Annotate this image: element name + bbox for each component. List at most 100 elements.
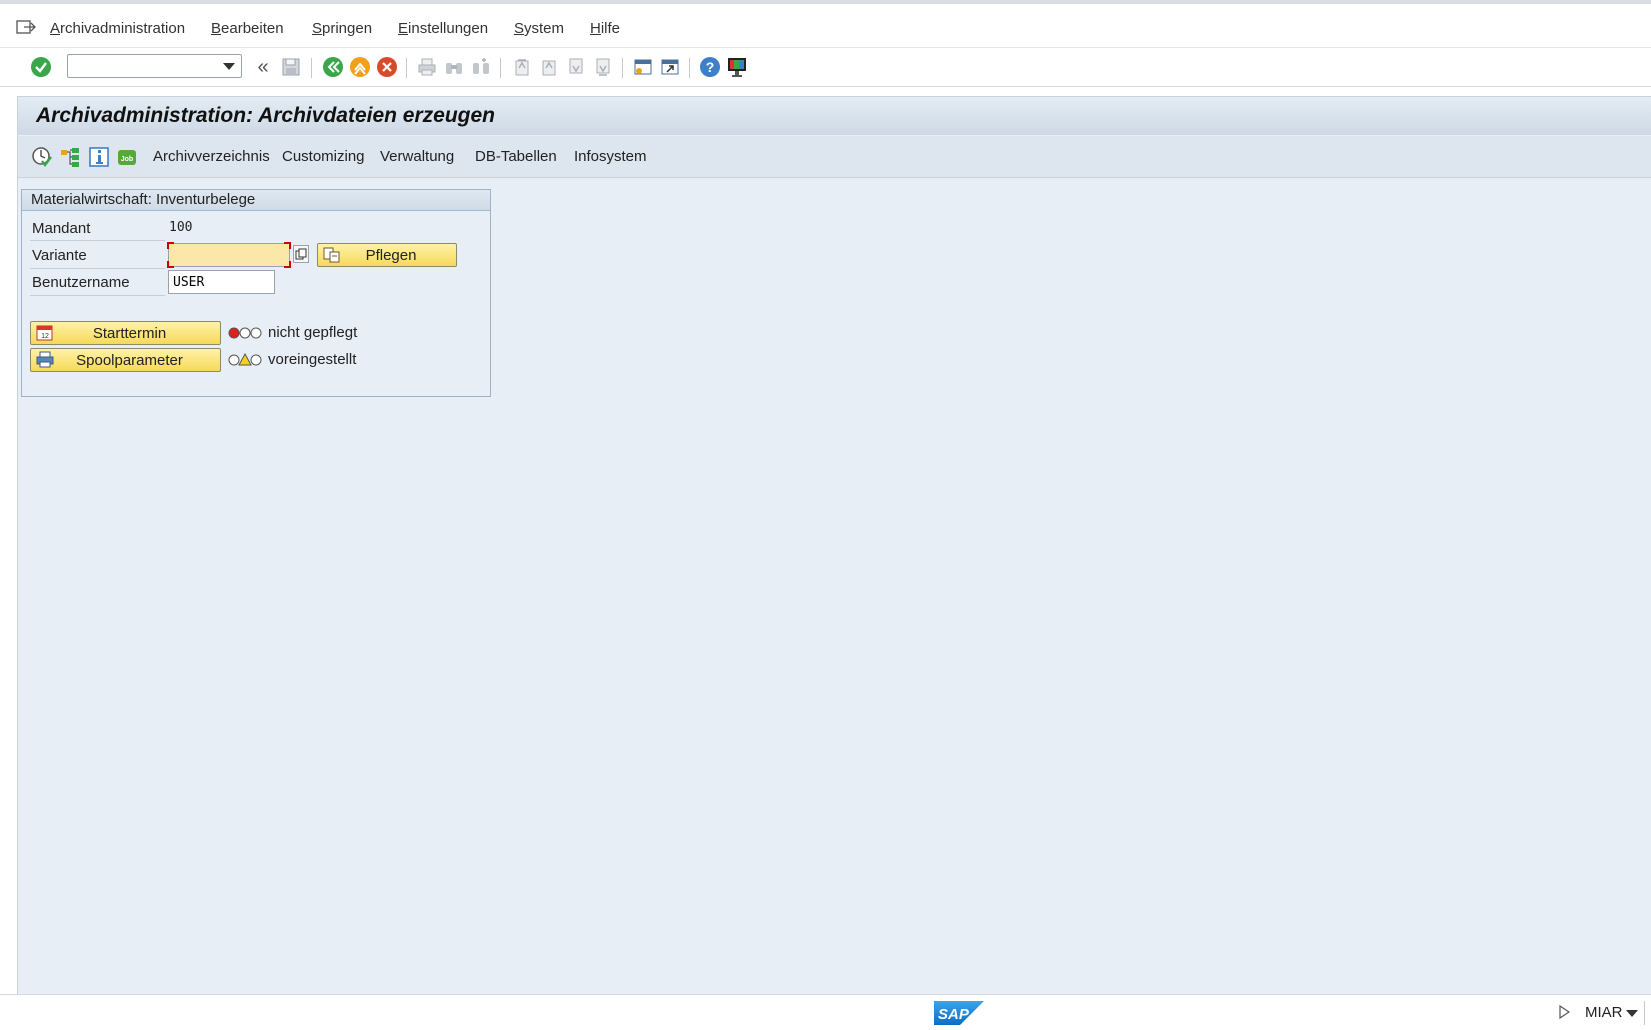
copy-icon (295, 248, 307, 260)
required-marker (167, 261, 174, 268)
exit-button[interactable] (349, 56, 371, 78)
benutzername-input[interactable] (169, 271, 274, 293)
check-variant-icon[interactable] (31, 146, 53, 168)
standard-toolbar: « ? (0, 48, 1651, 87)
benutzername-label: Benutzername (32, 274, 130, 291)
group-box-header: Materialwirtschaft: Inventurbelege (22, 190, 490, 211)
cancel-button[interactable] (376, 56, 398, 78)
last-page-icon (596, 58, 610, 76)
traffic-light-red-icon (228, 327, 262, 339)
binoculars-plus-icon (473, 58, 489, 74)
collapse-command-button[interactable]: « (252, 56, 274, 78)
row-divider (30, 295, 165, 296)
hierarchy-icon[interactable] (59, 146, 81, 168)
menu-einstellungen[interactable]: Einstellungen (398, 20, 488, 37)
command-input[interactable] (72, 56, 221, 78)
group-box-inventurbelege: Materialwirtschaft: Inventurbelege Manda… (21, 189, 491, 397)
calendar-icon: 12 (36, 325, 53, 341)
job-icon[interactable]: Job (116, 146, 138, 168)
cancel-icon (377, 57, 397, 77)
next-page-icon (569, 58, 583, 74)
toolbar-separator (500, 58, 501, 78)
customizing-button[interactable]: Customizing (282, 148, 365, 165)
help-icon: ? (700, 57, 720, 77)
db-tabellen-button[interactable]: DB-Tabellen (475, 148, 557, 165)
value-help-button[interactable] (293, 245, 309, 263)
menu-system[interactable]: System (514, 20, 564, 37)
toolbar-separator (311, 58, 312, 78)
last-page-button[interactable] (592, 56, 614, 78)
svg-text:12: 12 (41, 333, 49, 340)
infosystem-button[interactable]: Infosystem (574, 148, 647, 165)
page-title: Archivadministration: Archivdateien erze… (36, 104, 495, 127)
mandant-value: 100 (169, 220, 193, 235)
command-field[interactable] (67, 54, 242, 78)
title-bar: Archivadministration: Archivdateien erze… (18, 97, 1651, 135)
required-marker (284, 242, 291, 249)
printer-icon (418, 58, 436, 76)
first-page-button[interactable] (511, 56, 533, 78)
required-marker (284, 261, 291, 268)
row-divider (30, 240, 165, 241)
print-button[interactable] (416, 56, 438, 78)
find-button[interactable] (443, 56, 465, 78)
system-name: MIAR (1585, 1004, 1623, 1021)
menu-bar: Archivadministration Bearbeiten Springen… (0, 4, 1651, 48)
chevron-down-icon[interactable] (223, 63, 235, 70)
row-divider (30, 268, 165, 269)
create-shortcut-button[interactable] (659, 56, 681, 78)
variante-field[interactable] (167, 242, 291, 268)
toolbar-separator (406, 58, 407, 78)
back-icon (323, 57, 343, 77)
menu-springen[interactable]: Springen (312, 20, 372, 37)
info-icon[interactable] (88, 146, 110, 168)
back-button[interactable] (322, 56, 344, 78)
exit-icon (350, 57, 370, 77)
toolbar-separator (622, 58, 623, 78)
maintain-icon (323, 247, 340, 263)
spool-status: voreingestellt (268, 351, 357, 368)
find-next-button[interactable] (470, 56, 492, 78)
verwaltung-button[interactable]: Verwaltung (380, 148, 454, 165)
variante-label: Variante (32, 247, 87, 264)
save-button[interactable] (280, 56, 302, 78)
layout-menu-button[interactable] (726, 56, 748, 78)
starttermin-status: nicht gepflegt (268, 324, 358, 341)
floppy-disk-icon (282, 58, 300, 76)
spoolparameter-button[interactable]: Spoolparameter (30, 348, 221, 372)
chevron-down-icon[interactable] (1626, 1010, 1638, 1017)
new-window-icon (634, 59, 652, 75)
next-page-button[interactable] (565, 56, 587, 78)
first-page-icon (515, 59, 529, 76)
svg-text:Job: Job (121, 156, 133, 163)
expand-status-icon[interactable] (1558, 1005, 1570, 1019)
toolbar-separator (689, 58, 690, 78)
help-button[interactable]: ? (699, 56, 721, 78)
monitor-icon (728, 58, 746, 77)
shortcut-icon (661, 59, 679, 75)
menu-exit-icon[interactable] (16, 18, 36, 36)
starttermin-button[interactable]: 12 Starttermin (30, 321, 221, 345)
previous-page-button[interactable] (538, 56, 560, 78)
menu-bearbeiten[interactable]: Bearbeiten (211, 20, 284, 37)
mandant-label: Mandant (32, 220, 91, 237)
traffic-light-yellow-icon (228, 352, 262, 366)
previous-page-icon (542, 60, 556, 76)
variante-input[interactable] (169, 244, 289, 266)
enter-button[interactable] (30, 56, 52, 78)
status-bar: SAP MIAR (0, 994, 1651, 1030)
sap-logo: SAP (934, 1001, 984, 1025)
archivverzeichnis-button[interactable]: Archivverzeichnis (153, 148, 270, 165)
status-separator (1644, 1001, 1645, 1025)
pflegen-button[interactable]: Pflegen (317, 243, 457, 267)
menu-hilfe[interactable]: Hilfe (590, 20, 620, 37)
binoculars-icon (446, 63, 462, 74)
menu-archivadministration[interactable]: Archivadministration (50, 20, 185, 37)
application-toolbar: Job Archivverzeichnis Customizing Verwal… (18, 136, 1651, 178)
svg-text:SAP: SAP (938, 1006, 970, 1023)
svg-text:?: ? (706, 59, 715, 75)
checkmark-icon (31, 57, 51, 77)
new-session-button[interactable] (632, 56, 654, 78)
benutzername-field[interactable] (168, 270, 275, 294)
main-area: Archivadministration: Archivdateien erze… (17, 96, 1651, 994)
